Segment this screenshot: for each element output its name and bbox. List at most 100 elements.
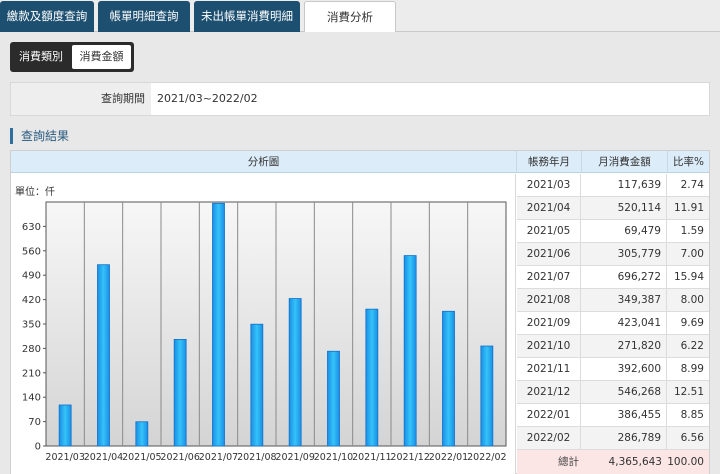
y-tick-label: 420 (22, 295, 41, 306)
y-tick-label: 0 (35, 442, 41, 453)
x-tick-label: 2022/01 (429, 452, 468, 463)
row-ratio: 6.22 (680, 340, 704, 352)
monthly-rows: 2021/03 117,639 2.74 2021/04 520,114 11.91 202… (517, 174, 709, 474)
bar (250, 323, 264, 447)
bar (135, 421, 149, 447)
table-row: 2021/03 117,639 2.74 (517, 174, 709, 197)
row-month: 2022/01 (517, 404, 581, 426)
row-month: 2021/12 (517, 381, 581, 403)
tab-payment-credit-query[interactable]: 繳款及額度查詢 (0, 1, 94, 32)
bar (212, 202, 225, 447)
row-month: 2022/02 (517, 427, 581, 449)
row-month: 2021/07 (517, 266, 581, 288)
row-amount: 286,789 (581, 427, 667, 449)
bar (442, 310, 455, 447)
tab-unbilled-detail[interactable]: 未出帳單消費明細 (194, 1, 300, 32)
table-row: 2021/07 696,272 15.94 (517, 266, 709, 289)
subtab-amount[interactable]: 消費金額 (72, 45, 131, 69)
tab-spending-analysis[interactable]: 消費分析 (304, 1, 396, 33)
x-tick-label: 2021/09 (275, 452, 314, 463)
table-row: 2021/08 349,387 8.00 (517, 289, 709, 312)
y-tick-label: 70 (28, 417, 41, 428)
tab-statement-detail-query[interactable]: 帳單明細查詢 (98, 1, 190, 32)
row-ratio: 6.56 (680, 432, 704, 444)
row-month: 2021/11 (517, 358, 581, 380)
table-row: 2021/10 271,820 6.22 (517, 335, 709, 358)
row-month: 2021/10 (517, 335, 581, 357)
spending-analysis-panel: 消費類別 消費金額 查詢期間 2021/03~2022/02 查詢結果 分析圖 … (0, 32, 720, 474)
header-amount: 月消費金額 (581, 151, 667, 173)
row-amount: 305,779 (581, 243, 667, 265)
top-tab-bar: 繳款及額度查詢 帳單明細查詢 未出帳單消費明細 消費分析 (0, 0, 720, 33)
header-month: 帳務年月 (516, 151, 581, 173)
query-period-value: 2021/03~2022/02 (157, 92, 258, 105)
x-tick-label: 2021/05 (122, 452, 161, 463)
y-tick-label: 140 (22, 393, 41, 404)
row-amount: 349,387 (581, 289, 667, 311)
table-row: 2021/05 69,479 1.59 (517, 220, 709, 243)
row-month: 2021/06 (517, 243, 581, 265)
y-tick-label: 210 (22, 368, 41, 379)
row-ratio: 8.99 (680, 363, 704, 375)
row-ratio: 7.00 (680, 248, 704, 260)
bar (97, 264, 110, 447)
row-amount: 546,268 (581, 381, 667, 403)
row-month: 2021/08 (517, 289, 581, 311)
bar (365, 308, 379, 447)
table-row: 2021/12 546,268 12.51 (517, 381, 709, 404)
y-tick-label: 560 (22, 246, 41, 257)
query-period-label: 查詢期間 (11, 83, 151, 115)
row-month: 2021/09 (517, 312, 581, 334)
y-tick-label: 280 (22, 344, 41, 355)
table-row: 2021/06 305,779 7.00 (517, 243, 709, 266)
x-tick-label: 2021/03 (45, 452, 84, 463)
x-tick-label: 2021/10 (314, 452, 353, 463)
y-tick-label: 490 (22, 271, 41, 282)
row-ratio: 9.69 (680, 317, 704, 329)
bar (403, 255, 417, 447)
table-row: 2021/11 392,600 8.99 (517, 358, 709, 381)
total-amount: 4,365,643 (608, 456, 662, 468)
table-row: 2022/01 386,455 8.85 (517, 404, 709, 427)
bar (173, 339, 187, 447)
row-amount: 69,479 (581, 220, 667, 242)
row-amount: 392,600 (581, 358, 667, 380)
table-row: 2022/02 286,789 6.56 (517, 427, 709, 450)
row-amount: 423,041 (581, 312, 667, 334)
row-ratio: 8.85 (680, 409, 704, 421)
x-tick-label: 2021/08 (237, 452, 276, 463)
result-section-title: 查詢結果 (10, 128, 69, 144)
row-amount: 696,272 (581, 266, 667, 288)
row-ratio: 2.74 (680, 179, 704, 191)
row-amount: 386,455 (581, 404, 667, 426)
table-row: 2021/04 520,114 11.91 (517, 197, 709, 220)
x-tick-label: 2021/11 (352, 452, 391, 463)
subtab-switcher: 消費類別 消費金額 (10, 42, 134, 72)
total-ratio: 100.00 (667, 456, 704, 468)
query-period-row: 查詢期間 2021/03~2022/02 (10, 82, 710, 116)
row-amount: 520,114 (581, 197, 667, 219)
row-ratio: 12.51 (673, 386, 704, 398)
row-amount: 271,820 (581, 335, 667, 357)
row-month: 2021/04 (517, 197, 581, 219)
chart-cell: 單位：仟 0 70 140 210 280 350 420 490 560 630 2021/03 2… (11, 174, 516, 474)
y-tick-label: 630 (22, 222, 41, 233)
subtab-category[interactable]: 消費類別 (13, 45, 69, 69)
row-ratio: 15.94 (673, 271, 704, 283)
row-ratio: 11.91 (673, 202, 704, 214)
x-tick-label: 2021/04 (84, 452, 123, 463)
y-tick-label: 350 (22, 320, 41, 331)
result-table: 分析圖 帳務年月 月消費金額 比率% 單位：仟 0 70 140 210 280 350 4… (10, 150, 710, 474)
table-row: 2021/09 423,041 9.69 (517, 312, 709, 335)
header-ratio: 比率% (667, 151, 709, 173)
x-tick-label: 2021/12 (390, 452, 429, 463)
row-month: 2021/03 (517, 174, 581, 196)
total-label: 總計 (558, 456, 579, 468)
result-table-header: 分析圖 帳務年月 月消費金額 比率% (11, 151, 709, 173)
header-chart: 分析圖 (247, 156, 280, 168)
bar (288, 298, 302, 447)
row-ratio: 1.59 (680, 225, 704, 237)
x-tick-label: 2021/07 (199, 452, 238, 463)
bar (327, 350, 340, 447)
bar (480, 345, 494, 447)
